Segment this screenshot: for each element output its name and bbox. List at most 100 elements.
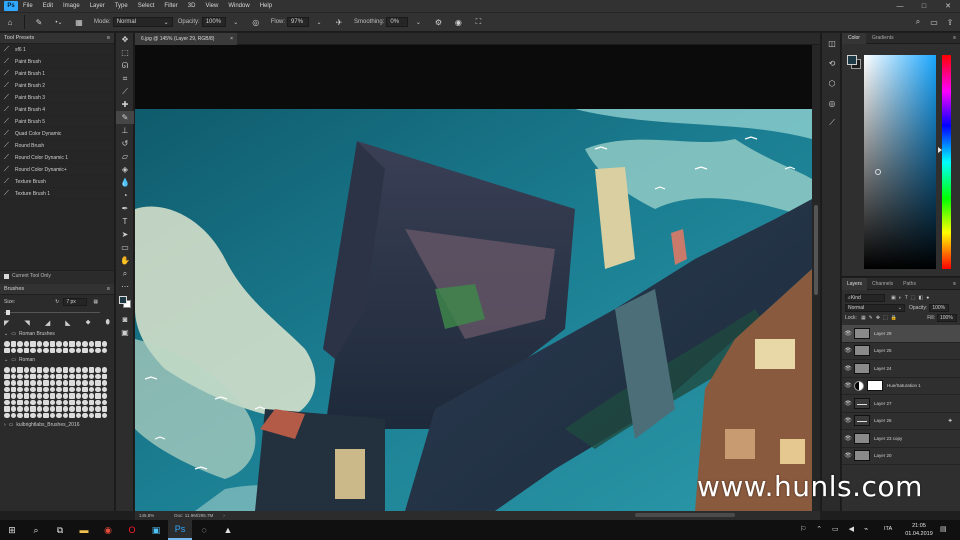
brush-tip[interactable] — [82, 406, 88, 412]
layer-row[interactable]: 👁 Hue/Saturation 1 — [842, 378, 960, 395]
brush-tip[interactable] — [95, 406, 101, 412]
brush-tip[interactable] — [101, 406, 107, 412]
brush-tip[interactable] — [88, 367, 94, 373]
close-tab-icon[interactable]: × — [230, 36, 233, 42]
layer-opacity-field[interactable]: 100% — [929, 304, 950, 312]
brush-tip-icon[interactable]: ◤ — [4, 319, 9, 327]
brush-tip[interactable] — [82, 341, 88, 347]
color-picker-marker[interactable] — [875, 169, 881, 175]
brush-tip[interactable] — [88, 380, 94, 386]
menu-window[interactable]: Window — [223, 3, 254, 9]
brush-tip-icon[interactable]: ⬥ — [86, 319, 91, 327]
brush-tip[interactable] — [82, 373, 88, 379]
brush-tip[interactable] — [30, 386, 36, 392]
crop-tool-icon[interactable]: ⌗ — [116, 72, 134, 85]
brush-tip[interactable] — [75, 386, 81, 392]
brush-tip[interactable] — [82, 386, 88, 392]
eyedropper-tool-icon[interactable]: ⟋ — [116, 85, 134, 98]
brush-tip[interactable] — [23, 347, 29, 353]
preset-item[interactable]: ⟋ sf6 1 — [0, 44, 114, 56]
brush-tip[interactable] — [62, 386, 68, 392]
maximize-button[interactable]: □ — [912, 0, 936, 12]
photoshop-taskbar-icon[interactable]: Ps — [168, 520, 192, 540]
clone-stamp-tool-icon[interactable]: ⊥ — [116, 124, 134, 137]
opera-icon[interactable]: O — [120, 520, 144, 540]
preset-item[interactable]: ⟋ Round Color Dynamic 1 — [0, 152, 114, 164]
brush-tip[interactable] — [56, 347, 62, 353]
layer-effects-icon[interactable]: ✚ — [948, 418, 952, 424]
brush-tip[interactable] — [69, 386, 75, 392]
layer-row[interactable]: 👁 Layer 29 — [842, 325, 960, 343]
brush-tip[interactable] — [75, 380, 81, 386]
menu-3d[interactable]: 3D — [183, 3, 201, 9]
brush-tip[interactable] — [88, 341, 94, 347]
eye-icon[interactable]: 👁 — [842, 382, 854, 389]
brush-tip[interactable] — [4, 373, 10, 379]
brush-group-row[interactable]: ⌄ ▭ Roman — [0, 355, 114, 365]
brush-tip[interactable] — [62, 412, 68, 418]
brush-tip[interactable] — [49, 367, 55, 373]
brush-tip-icon[interactable]: ◣ — [65, 319, 70, 327]
brush-tip[interactable] — [36, 341, 42, 347]
brush-tip[interactable] — [49, 406, 55, 412]
brush-tip[interactable] — [56, 412, 62, 418]
shape-tool-icon[interactable]: ▭ — [116, 241, 134, 254]
brush-tip[interactable] — [69, 380, 75, 386]
panel-menu-icon[interactable]: ≡ — [953, 281, 956, 287]
brush-tip[interactable] — [10, 399, 16, 405]
document-tab[interactable]: 6.jpg @ 145% (Layer 29, RGB/8) × — [135, 33, 237, 45]
language-indicator[interactable]: ITA — [884, 526, 892, 532]
brush-tip[interactable] — [43, 406, 49, 412]
brush-tip[interactable] — [17, 367, 23, 373]
menu-layer[interactable]: Layer — [85, 3, 110, 9]
preset-item[interactable]: ⟋ Paint Brush 3 — [0, 92, 114, 104]
brush-tip[interactable] — [30, 412, 36, 418]
canvas-area[interactable] — [135, 45, 812, 511]
chevron-down-icon[interactable]: ⌄ — [229, 15, 243, 29]
windows-start-icon[interactable]: ⊞ — [0, 520, 24, 540]
brush-tip[interactable] — [43, 380, 49, 386]
brush-tip[interactable] — [23, 399, 29, 405]
menu-select[interactable]: Select — [133, 3, 160, 9]
brush-tip[interactable] — [36, 386, 42, 392]
screen-mode-icon[interactable]: ▣ — [116, 326, 134, 339]
brush-tip[interactable] — [30, 347, 36, 353]
brush-tip[interactable] — [4, 406, 10, 412]
brush-tip[interactable] — [62, 341, 68, 347]
brush-tip[interactable] — [36, 373, 42, 379]
brush-tip[interactable] — [82, 399, 88, 405]
brush-tip[interactable] — [95, 341, 101, 347]
brush-tip[interactable] — [101, 399, 107, 405]
brush-tip[interactable] — [23, 341, 29, 347]
chevron-down-icon[interactable]: ⌄ — [411, 15, 425, 29]
brush-tip[interactable] — [88, 412, 94, 418]
system-tray-icons[interactable]: ⚐ ⌃ ▭ ◀ ⌁ — [800, 525, 872, 533]
preset-item[interactable]: ⟋ Round Brush — [0, 140, 114, 152]
vertical-scrollbar[interactable] — [812, 45, 820, 511]
brush-tip[interactable] — [49, 399, 55, 405]
brush-tip[interactable] — [95, 386, 101, 392]
gear-icon[interactable]: ⚙ — [431, 15, 445, 29]
brush-tip[interactable] — [17, 393, 23, 399]
brush-tip-icon[interactable]: ◢ — [45, 319, 50, 327]
panel-menu-icon[interactable]: ≡ — [953, 35, 956, 41]
brush-tip[interactable] — [95, 373, 101, 379]
brush-tip[interactable] — [43, 373, 49, 379]
brush-tip[interactable] — [49, 380, 55, 386]
brush-tip[interactable] — [75, 347, 81, 353]
brush-tip[interactable] — [4, 380, 10, 386]
preset-item[interactable]: ⟋ Paint Brush — [0, 56, 114, 68]
brush-tip[interactable] — [69, 367, 75, 373]
brush-tip[interactable] — [101, 380, 107, 386]
size-field[interactable]: 7 px — [63, 298, 88, 306]
brush-tip[interactable] — [23, 393, 29, 399]
layer-filter-icons[interactable]: ▣◐T⬚◧● — [891, 295, 932, 301]
color-swatches[interactable] — [116, 293, 133, 313]
dodge-tool-icon[interactable]: ◔ — [116, 189, 134, 202]
brush-tip[interactable] — [101, 341, 107, 347]
brush-tip[interactable] — [49, 347, 55, 353]
brush-tip[interactable] — [49, 341, 55, 347]
brush-tip[interactable] — [75, 367, 81, 373]
brush-tip[interactable] — [69, 412, 75, 418]
brush-settings-icon[interactable]: ▦ — [72, 15, 86, 29]
